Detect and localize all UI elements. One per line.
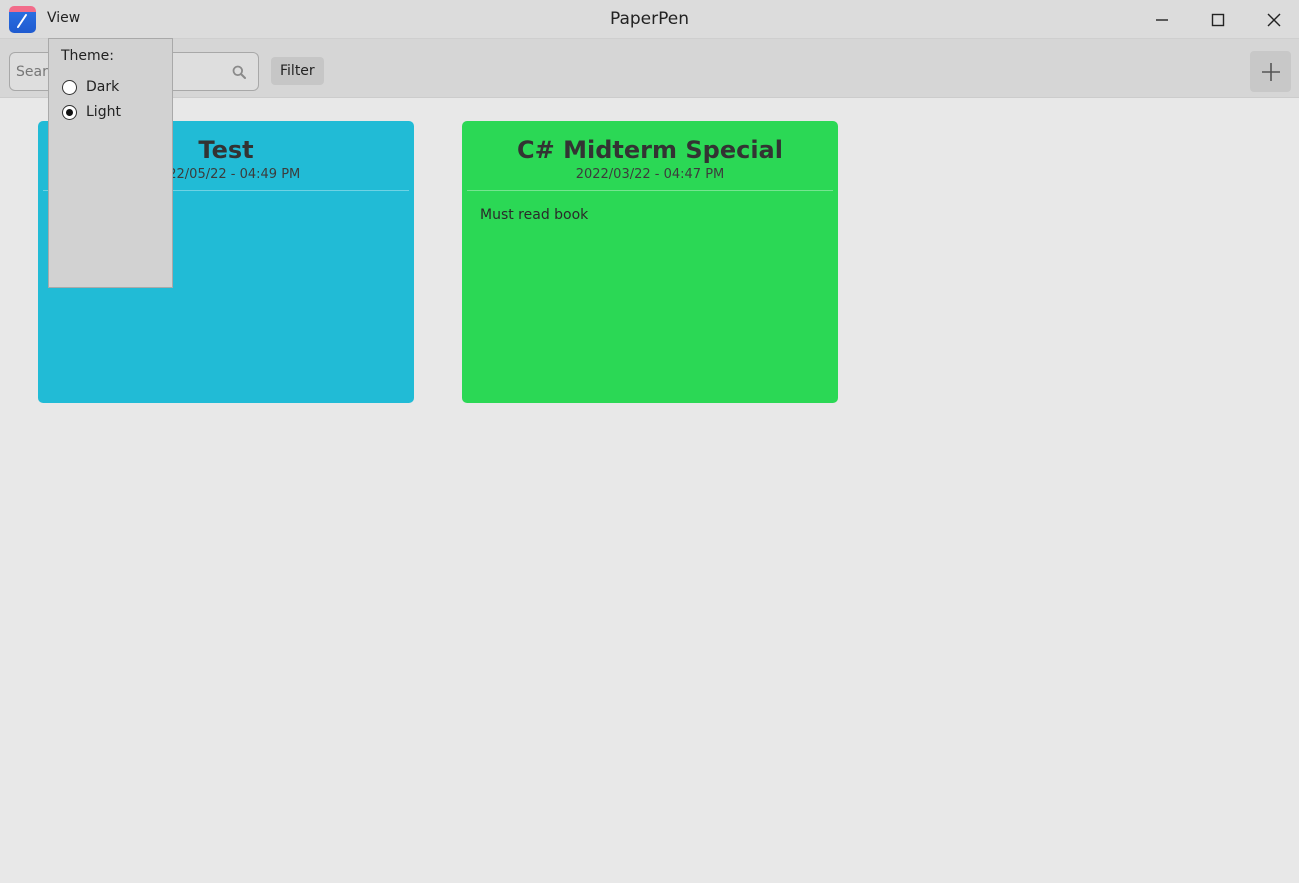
theme-option-dark[interactable]: Dark: [62, 77, 119, 97]
search-icon[interactable]: [232, 65, 246, 79]
window-title: PaperPen: [609, 9, 690, 29]
minimize-button[interactable]: [1134, 0, 1190, 39]
note-title: C# Midterm Special: [517, 136, 783, 164]
note-card[interactable]: C# Midterm Special 2022/03/22 - 04:47 PM…: [462, 121, 838, 403]
theme-label: Theme:: [61, 48, 115, 64]
plus-icon: [1261, 62, 1280, 81]
note-body: Must read book: [480, 207, 589, 223]
radio-dark[interactable]: [62, 79, 77, 95]
note-divider: [467, 190, 833, 191]
title-bar: View PaperPen: [0, 0, 1299, 39]
minimize-icon: [1156, 18, 1168, 21]
maximize-button[interactable]: [1190, 0, 1246, 39]
theme-option-label: Light: [86, 104, 121, 120]
note-date: 2022/03/22 - 04:47 PM: [575, 167, 725, 182]
theme-option-label: Dark: [86, 79, 120, 95]
maximize-icon: [1211, 13, 1225, 26]
add-note-button[interactable]: [1250, 51, 1291, 92]
radio-light[interactable]: [62, 104, 77, 120]
filter-button[interactable]: Filter: [271, 57, 324, 85]
close-button[interactable]: [1246, 0, 1299, 39]
theme-menu: Theme: Dark Light: [48, 38, 173, 288]
toolbar: Filter: [0, 39, 1299, 98]
theme-option-light[interactable]: Light: [62, 102, 121, 122]
close-icon: [1267, 13, 1281, 26]
